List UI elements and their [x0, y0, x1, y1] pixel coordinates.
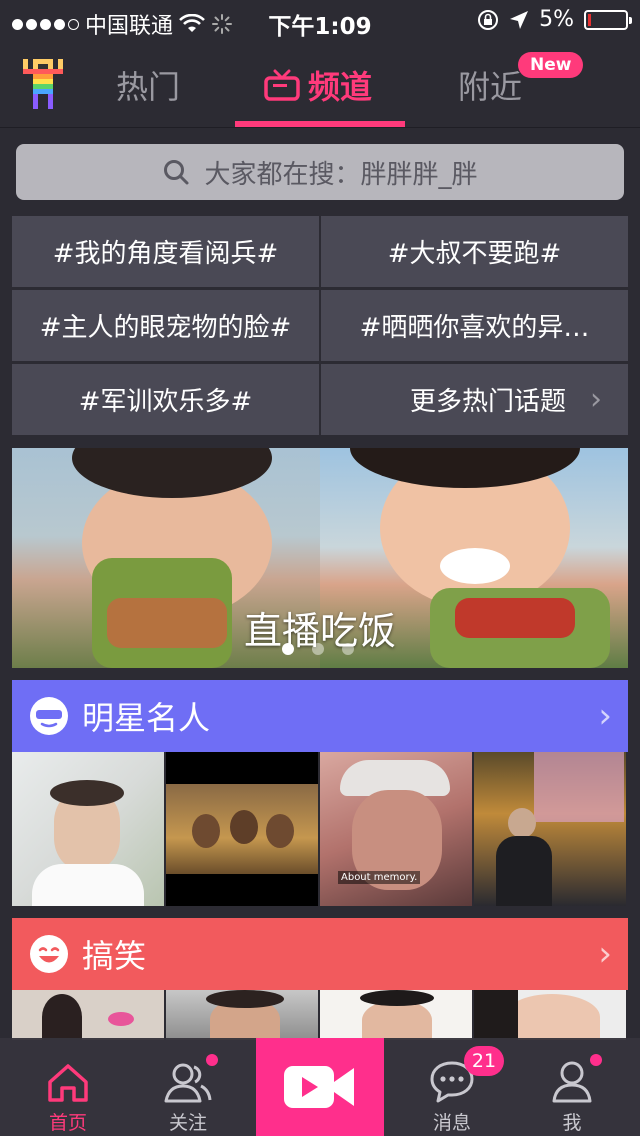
- bottom-tab-bar: 首页 关注 消息 21 我: [0, 1038, 640, 1136]
- tv-icon: [264, 69, 300, 101]
- banner-pager: [282, 643, 354, 655]
- more-topics-label: 更多热门话题: [409, 387, 566, 417]
- topic-item[interactable]: #我的角度看阅兵#: [12, 216, 319, 287]
- me-notification-dot: [590, 1054, 602, 1066]
- video-camera-icon: [284, 1066, 354, 1108]
- laughing-face-icon: [30, 935, 68, 973]
- more-topics-button[interactable]: 更多热门话题 ›: [321, 364, 628, 435]
- follow-notification-dot: [206, 1054, 218, 1066]
- person-icon: [552, 1061, 592, 1103]
- tab-follow[interactable]: 关注: [128, 1038, 248, 1136]
- orientation-lock-icon: [478, 9, 499, 30]
- tab-messages-label: 消息: [432, 1112, 471, 1134]
- tab-home[interactable]: 首页: [8, 1038, 128, 1136]
- record-video-button[interactable]: [256, 1038, 384, 1136]
- battery-percent: 5%: [539, 7, 574, 32]
- section-header-funny[interactable]: 搞笑 ›: [12, 918, 628, 990]
- tab-channel-label: 频道: [308, 68, 373, 106]
- status-bar: 中国联通 下午1:09 5%: [0, 0, 640, 40]
- topic-item[interactable]: #大叔不要跑#: [321, 216, 628, 287]
- video-thumbnail[interactable]: [320, 990, 472, 1040]
- location-arrow-icon: [510, 10, 529, 29]
- video-thumbnail[interactable]: [474, 990, 626, 1040]
- video-thumbnail[interactable]: [12, 990, 164, 1040]
- thumbnail-caption: About memory.: [338, 871, 421, 884]
- sunglasses-face-icon: [30, 697, 68, 735]
- video-thumbnail[interactable]: [166, 752, 318, 906]
- messages-count-badge: 21: [464, 1046, 504, 1076]
- video-thumbnail[interactable]: [12, 752, 164, 906]
- status-right: 5%: [477, 7, 632, 32]
- tab-channel[interactable]: 频道: [264, 62, 372, 108]
- video-thumbnail[interactable]: [474, 752, 626, 906]
- funny-thumbnails: [12, 990, 628, 1040]
- video-thumbnail[interactable]: [166, 990, 318, 1040]
- topic-item[interactable]: #晒晒你喜欢的异…: [321, 290, 628, 361]
- search-icon: [164, 160, 189, 185]
- chevron-right-icon: ›: [598, 934, 612, 974]
- battery-icon: [584, 9, 632, 30]
- section-title: 搞笑: [82, 937, 147, 975]
- chevron-right-icon: ›: [598, 696, 612, 736]
- new-badge: New: [518, 52, 584, 78]
- tab-nearby[interactable]: 附近: [458, 62, 522, 108]
- section-header-celebrities[interactable]: 明星名人 ›: [12, 680, 628, 752]
- tab-me-label: 我: [562, 1112, 582, 1134]
- pixel-mascot-logo-icon[interactable]: [18, 58, 68, 110]
- tab-hot[interactable]: 热门: [116, 62, 180, 108]
- home-icon: [48, 1064, 88, 1102]
- top-header: 热门 频道 附近 New: [0, 40, 640, 128]
- header-divider: [0, 127, 640, 128]
- search-placeholder: 大家都在搜：胖胖胖_胖: [204, 159, 478, 190]
- pager-dot: [282, 643, 294, 655]
- search-bar[interactable]: 大家都在搜：胖胖胖_胖: [16, 144, 624, 200]
- tab-follow-label: 关注: [168, 1112, 207, 1134]
- tab-me[interactable]: 我: [512, 1038, 632, 1136]
- topic-item[interactable]: #军训欢乐多#: [12, 364, 319, 435]
- celebrity-thumbnails: About memory.: [12, 752, 628, 906]
- people-icon: [164, 1063, 212, 1103]
- chevron-right-icon: ›: [590, 382, 602, 417]
- featured-banner[interactable]: 直播吃饭: [12, 448, 628, 668]
- pager-dot: [312, 643, 324, 655]
- section-title: 明星名人: [82, 699, 211, 737]
- topic-item[interactable]: #主人的眼宠物的脸#: [12, 290, 319, 361]
- video-thumbnail[interactable]: About memory.: [320, 752, 472, 906]
- tab-home-label: 首页: [48, 1112, 87, 1134]
- pager-dot: [342, 643, 354, 655]
